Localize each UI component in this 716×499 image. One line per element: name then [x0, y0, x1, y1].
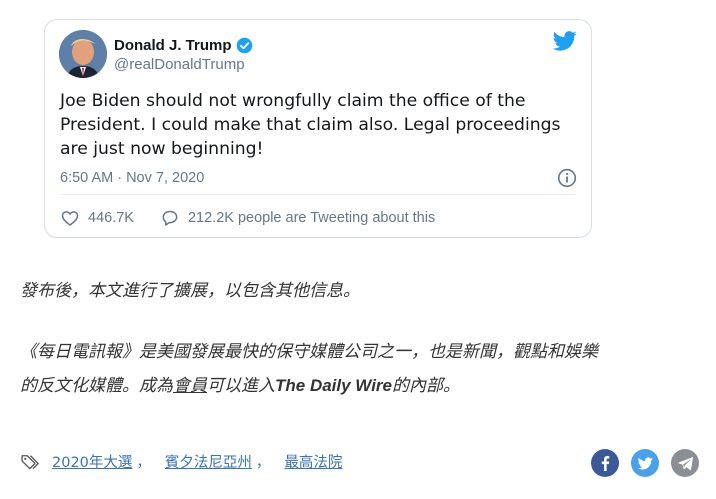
promo-paragraph: 《每日電訊報》是美國發展最快的保守媒體公司之一，也是新聞，觀點和娛樂 的反文化媒…	[20, 335, 598, 403]
info-icon[interactable]	[557, 168, 577, 188]
promo-text-2: 的反文化媒體。成為	[20, 376, 173, 396]
membership-link[interactable]: 會員	[173, 376, 207, 396]
tweet-divider	[60, 194, 576, 195]
share-telegram-button[interactable]	[671, 449, 699, 477]
tag-separator: ，	[136, 455, 151, 471]
twitter-icon	[637, 456, 653, 469]
embedded-tweet[interactable]: Donald J. Trump @realDonaldTrump Joe Bid…	[44, 19, 592, 238]
author-handle[interactable]: @realDonaldTrump	[114, 56, 245, 73]
telegram-icon	[677, 456, 693, 470]
like-count: 446.7K	[88, 210, 134, 226]
tweet-text: Joe Biden should not wrongfully claim th…	[60, 91, 561, 159]
tag-link[interactable]: 最高法院	[284, 451, 342, 472]
tag-link[interactable]: 2020年大選	[52, 451, 132, 472]
promo-text-4: 的內部。	[392, 376, 460, 396]
brand-name: The Daily Wire	[275, 376, 392, 395]
avatar[interactable]	[59, 30, 107, 78]
author-name[interactable]: Donald J. Trump	[114, 37, 232, 54]
like-button[interactable]: 446.7K	[60, 208, 134, 228]
verified-badge-icon	[236, 37, 252, 54]
tag-list: 2020年大選 ， 賓夕法尼亞州 ， 最高法院	[20, 451, 342, 472]
share-twitter-button[interactable]	[631, 449, 659, 477]
conversation-link[interactable]: 212.2K people are Tweeting about this	[160, 208, 435, 228]
comment-icon	[162, 210, 178, 226]
tag-link[interactable]: 賓夕法尼亞州	[165, 451, 252, 472]
share-facebook-button[interactable]	[591, 449, 619, 477]
expanded-note: 發布後，本文進行了擴展，以包含其他信息。	[20, 281, 360, 301]
conversation-text: 212.2K people are Tweeting about this	[187, 210, 436, 226]
twitter-bird-icon[interactable]	[553, 31, 577, 51]
promo-text-3: 可以進入	[207, 376, 275, 396]
tweet-timestamp[interactable]: 6:50 AM · Nov 7, 2020	[60, 170, 204, 186]
tag-separator: ，	[255, 455, 271, 471]
facebook-icon	[601, 455, 609, 471]
heart-icon	[61, 211, 79, 227]
tag-icon	[21, 454, 39, 469]
promo-text-1: 《每日電訊報》是美國發展最快的保守媒體公司之一，也是新聞，觀點和娛樂	[20, 342, 598, 362]
